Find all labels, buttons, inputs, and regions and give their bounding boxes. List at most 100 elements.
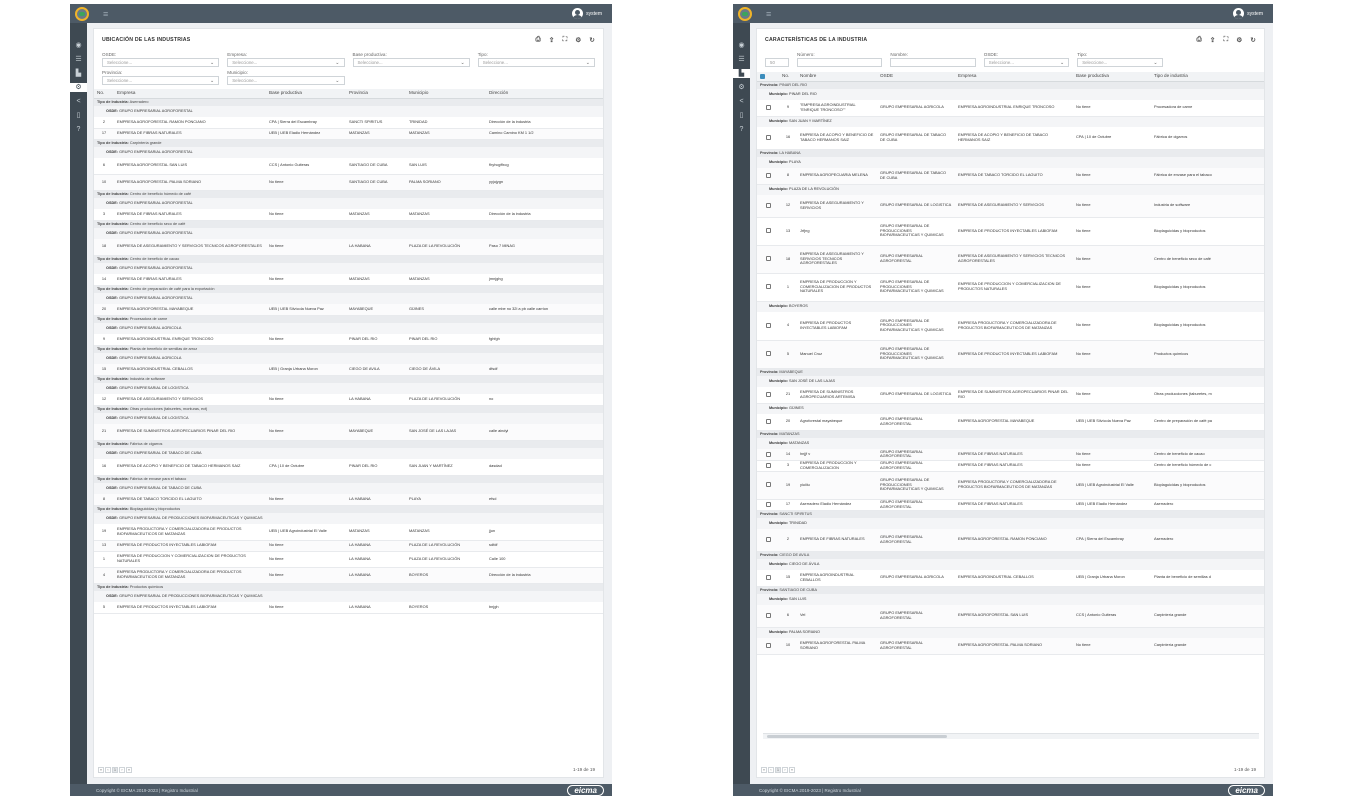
prev-page-button[interactable]: ‹	[768, 766, 774, 773]
group-row[interactable]: Tipo de Industria: Centro de beneficio s…	[94, 220, 603, 228]
logo[interactable]	[738, 6, 752, 21]
group-row[interactable]: Tipo de Industria: Carpintería grande	[94, 139, 603, 147]
row-checkbox[interactable]	[765, 501, 771, 507]
location-icon[interactable]: ◉	[737, 41, 746, 50]
column-header[interactable]: OSDE	[877, 72, 955, 82]
table-row[interactable]: 13 Jrfjng GRUPO EMPRESARIAL DE PRODUCCIONE…	[757, 217, 1264, 246]
table-row[interactable]: 6 EMPRESA AGROFORESTAL SAN LUIS CCS | Anto…	[94, 158, 603, 175]
subgroup-row[interactable]: OSDE: GRUPO EMPRESARIAL AGROFORESTAL	[94, 293, 603, 304]
column-header[interactable]	[757, 72, 779, 82]
first-page-button[interactable]: «	[761, 766, 767, 773]
subgroup-row[interactable]: OSDE: GRUPO EMPRESARIAL AGROFORESTAL	[94, 106, 603, 117]
table-row[interactable]: 8 EMPRESA DE TABACO TORCIDO EL LAGUITO No …	[94, 494, 603, 506]
help-icon[interactable]: ?	[737, 125, 746, 134]
column-header[interactable]: Tipo de industria	[1151, 72, 1264, 82]
table-row[interactable]: 21 EMPRESA DE SUMINISTROS AGROPECUARIOS P…	[94, 424, 603, 441]
table-row[interactable]: 4 EMPRESA PRODUCTORA Y COMERCIALIZADORA D…	[94, 567, 603, 584]
refresh-icon[interactable]: ↻	[589, 36, 595, 44]
row-checkbox[interactable]	[765, 613, 771, 619]
table-row[interactable]: 10 EMPRESA AGROFORESTAL PALMA SORIANO No t…	[94, 174, 603, 191]
table-row[interactable]: 19 EMPRESA PRODUCTORA Y COMERCIALIZADORA …	[94, 524, 603, 541]
group-row[interactable]: Provincia: MAYABEQUE	[757, 368, 1264, 376]
fullscreen-icon[interactable]: ⛶	[1224, 36, 1229, 44]
subgroup-row[interactable]: OSDE: GRUPO EMPRESARIAL DE LOGISTICA	[94, 383, 603, 394]
subgroup-row[interactable]: OSDE: GRUPO EMPRESARIAL AGROFORESTAL	[94, 198, 603, 209]
filter-select[interactable]: Seleccione... ⌄	[352, 58, 470, 67]
table-row[interactable]: 3 EMPRESA DE PRODUCCION Y COMERCIALIZACIO…	[757, 460, 1264, 472]
column-header[interactable]: No.	[779, 72, 797, 82]
group-row[interactable]: Tipo de Industria: Otras producciones (t…	[94, 405, 603, 413]
table-row[interactable]: 4 EMPRESA DE PRODUCTOS INYECTABLES LABIOF…	[757, 312, 1264, 341]
location-icon[interactable]: ◉	[74, 41, 83, 50]
table-row[interactable]: 15 EMPRESA AGROINDUSTRIAL CEBALLOS UEB | G…	[94, 364, 603, 376]
filter-select[interactable]: Seleccione... ⌄	[227, 76, 345, 85]
table-row[interactable]: 15 EMPRESA AGROINDUSTRIAL CEBALLOS GRUPO E…	[757, 570, 1264, 587]
document-icon[interactable]: ▯	[74, 111, 83, 120]
subgroup-row[interactable]: Municipio: CIEGO DE ÁVILA	[757, 559, 1264, 570]
row-checkbox[interactable]	[765, 284, 771, 290]
table-row[interactable]: 10 EMPRESA AGROFORESTAL PALMA SORIANO GRUP…	[757, 638, 1264, 655]
subgroup-row[interactable]: Municipio: PINAR DEL RIO	[757, 89, 1264, 100]
settings-icon[interactable]: ⚙	[737, 83, 746, 92]
menu-toggle-icon[interactable]: ≡	[766, 9, 771, 19]
gear-icon[interactable]: ⚙	[1236, 36, 1242, 44]
menu-toggle-icon[interactable]: ≡	[103, 9, 108, 19]
group-row[interactable]: Provincia: SANCTI SPIRITUS	[757, 510, 1264, 518]
table-row[interactable]: 8 EMPRESA AGROPECUARIA MELENA GRUPO EMPRES…	[757, 168, 1264, 185]
column-header[interactable]: Municipio	[406, 89, 486, 99]
subgroup-row[interactable]: OSDE: GRUPO EMPRESARIAL DE TABACO DE CUB…	[94, 483, 603, 494]
table-row[interactable]: 9 EMPRESA AGROINDUSTRIAL ENRIQUE TRONCOSO…	[94, 334, 603, 346]
subgroup-row[interactable]: OSDE: GRUPO EMPRESARIAL AGROFORESTAL	[94, 228, 603, 239]
filter-select[interactable]: Seleccione... ⌄	[477, 58, 595, 67]
table-row[interactable]: 12 EMPRESA DE ASEGURAMIENTO Y SERVICIOS GR…	[757, 195, 1264, 218]
last-page-button[interactable]: »	[789, 766, 795, 773]
table-row[interactable]: 2 EMPRESA AGROFORESTAL RAMON PONCIANO CPA …	[94, 117, 603, 129]
filter-select[interactable]: Seleccione... ⌄	[1077, 58, 1163, 67]
prev-page-button[interactable]: ‹	[105, 766, 111, 773]
row-checkbox[interactable]	[765, 643, 771, 649]
group-row[interactable]: Provincia: LA HABANA	[757, 149, 1264, 157]
page-number-button[interactable]: 1	[775, 766, 781, 773]
subgroup-row[interactable]: Municipio: PLAZA DE LA REVOLUCIÓN	[757, 184, 1264, 195]
subgroup-row[interactable]: Municipio: GÜINES	[757, 403, 1264, 414]
subgroup-row[interactable]: OSDE: GRUPO EMPRESARIAL DE PRODUCCIONES …	[94, 591, 603, 602]
group-row[interactable]: Tipo de Industria: Fábrica de envase par…	[94, 475, 603, 483]
table-row[interactable]: 17 EMPRESA DE FIBRAS NATURALES UEB | UEB E…	[94, 128, 603, 140]
row-checkbox[interactable]	[765, 537, 771, 543]
table-row[interactable]: 1 EMPRESA DE PRODUCCION Y COMERCIALIZACIO…	[757, 273, 1264, 302]
row-checkbox[interactable]	[765, 462, 771, 468]
table-row[interactable]: 2 EMPRESA DE FIBRAS NATURALES GRUPO EMPRES…	[757, 529, 1264, 552]
group-row[interactable]: Tipo de Industria: Centro de preparación…	[94, 285, 603, 293]
table-row[interactable]: 18 EMPRESA DE ASEGURAMIENTO Y SERVICIOS T…	[757, 245, 1264, 274]
subgroup-row[interactable]: OSDE: GRUPO EMPRESARIAL AGROFORESTAL	[94, 263, 603, 274]
column-header[interactable]: Base productiva	[1073, 72, 1151, 82]
filter-select[interactable]	[890, 58, 976, 67]
row-checkbox[interactable]	[765, 575, 771, 581]
row-checkbox[interactable]	[765, 351, 771, 357]
print-icon[interactable]: ⎙	[536, 36, 541, 44]
subgroup-row[interactable]: OSDE: GRUPO EMPRESARIAL AGRICOLA	[94, 323, 603, 334]
scrollbar-thumb[interactable]	[767, 735, 947, 738]
subgroup-row[interactable]: OSDE: GRUPO EMPRESARIAL DE PRODUCCIONES …	[94, 513, 603, 524]
table-row[interactable]: 9 "EMPRESA AGROINDUSTRIAL "ENRIQUE TRONCO…	[757, 100, 1264, 117]
column-header[interactable]: Nombre	[797, 72, 877, 82]
user-menu[interactable]: system	[1233, 8, 1263, 19]
table-row[interactable]: 21 EMPRESA DE SUMINISTROS AGROPECUARIOS A…	[757, 387, 1264, 404]
group-row[interactable]: Tipo de Industria: Industria de software	[94, 375, 603, 383]
group-row[interactable]: Tipo de Industria: Productos químicos	[94, 583, 603, 591]
help-icon[interactable]: ?	[74, 125, 83, 134]
group-row[interactable]: Tipo de Industria: Centro de beneficio h…	[94, 190, 603, 198]
table-row[interactable]: 17 Aserradero Eladio Hernández GRUPO EMPRE…	[757, 499, 1264, 511]
row-checkbox[interactable]	[765, 135, 771, 141]
filter-select[interactable]: Seleccione... ⌄	[227, 58, 345, 67]
table-row[interactable]: 5 Manuel Cruz GRUPO EMPRESARIAL DE PRODUCC…	[757, 340, 1264, 369]
group-row[interactable]: Tipo de Industria: Bioplaguicidas y biop…	[94, 505, 603, 513]
document-icon[interactable]: ▯	[737, 111, 746, 120]
column-header[interactable]: Dirección	[486, 89, 603, 99]
share-icon[interactable]: <	[737, 97, 746, 106]
column-header[interactable]: Empresa	[955, 72, 1073, 82]
column-header[interactable]: Provincia	[346, 89, 406, 99]
filter-select[interactable]: 50	[765, 58, 789, 67]
subgroup-row[interactable]: Municipio: TRINIDAD	[757, 518, 1264, 529]
horizontal-scrollbar[interactable]	[763, 733, 1259, 739]
